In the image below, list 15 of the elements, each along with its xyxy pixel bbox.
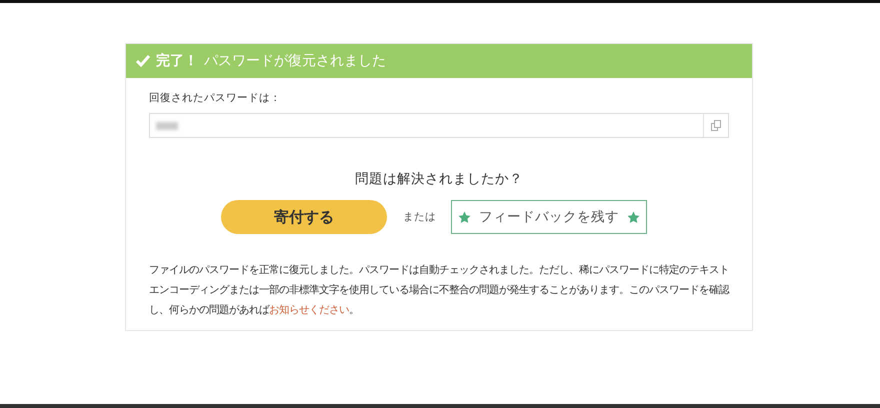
info-paragraph: ファイルのパスワードを正常に復元しました。パスワードは自動チェックされました。ただし、稀にパスワードに特定のテキストエンコーディングまたは一部の非標準文字を使用している場合に不整合の問題が発生することがあります。このパスワードを確認し、何らかの問題があればお知らせください。 [149,263,729,318]
feedback-button[interactable]: フィードバックを残す [451,200,647,234]
donate-button[interactable]: 寄付する [221,200,387,234]
copy-icon [710,120,722,131]
star-icon [627,210,640,224]
question-text: 問題は解決されましたか？ [354,170,524,188]
or-text: または [403,210,436,224]
banner-message: パスワードが復元されました [204,52,386,70]
field-label: 回復されたパスワードは： [149,91,281,105]
password-field[interactable] [149,113,729,138]
blurred-value [156,122,178,130]
check-icon [136,55,150,67]
star-icon [458,210,471,224]
contact-link[interactable]: お知らせください [269,304,349,316]
banner-title: 完了！ [156,52,198,70]
